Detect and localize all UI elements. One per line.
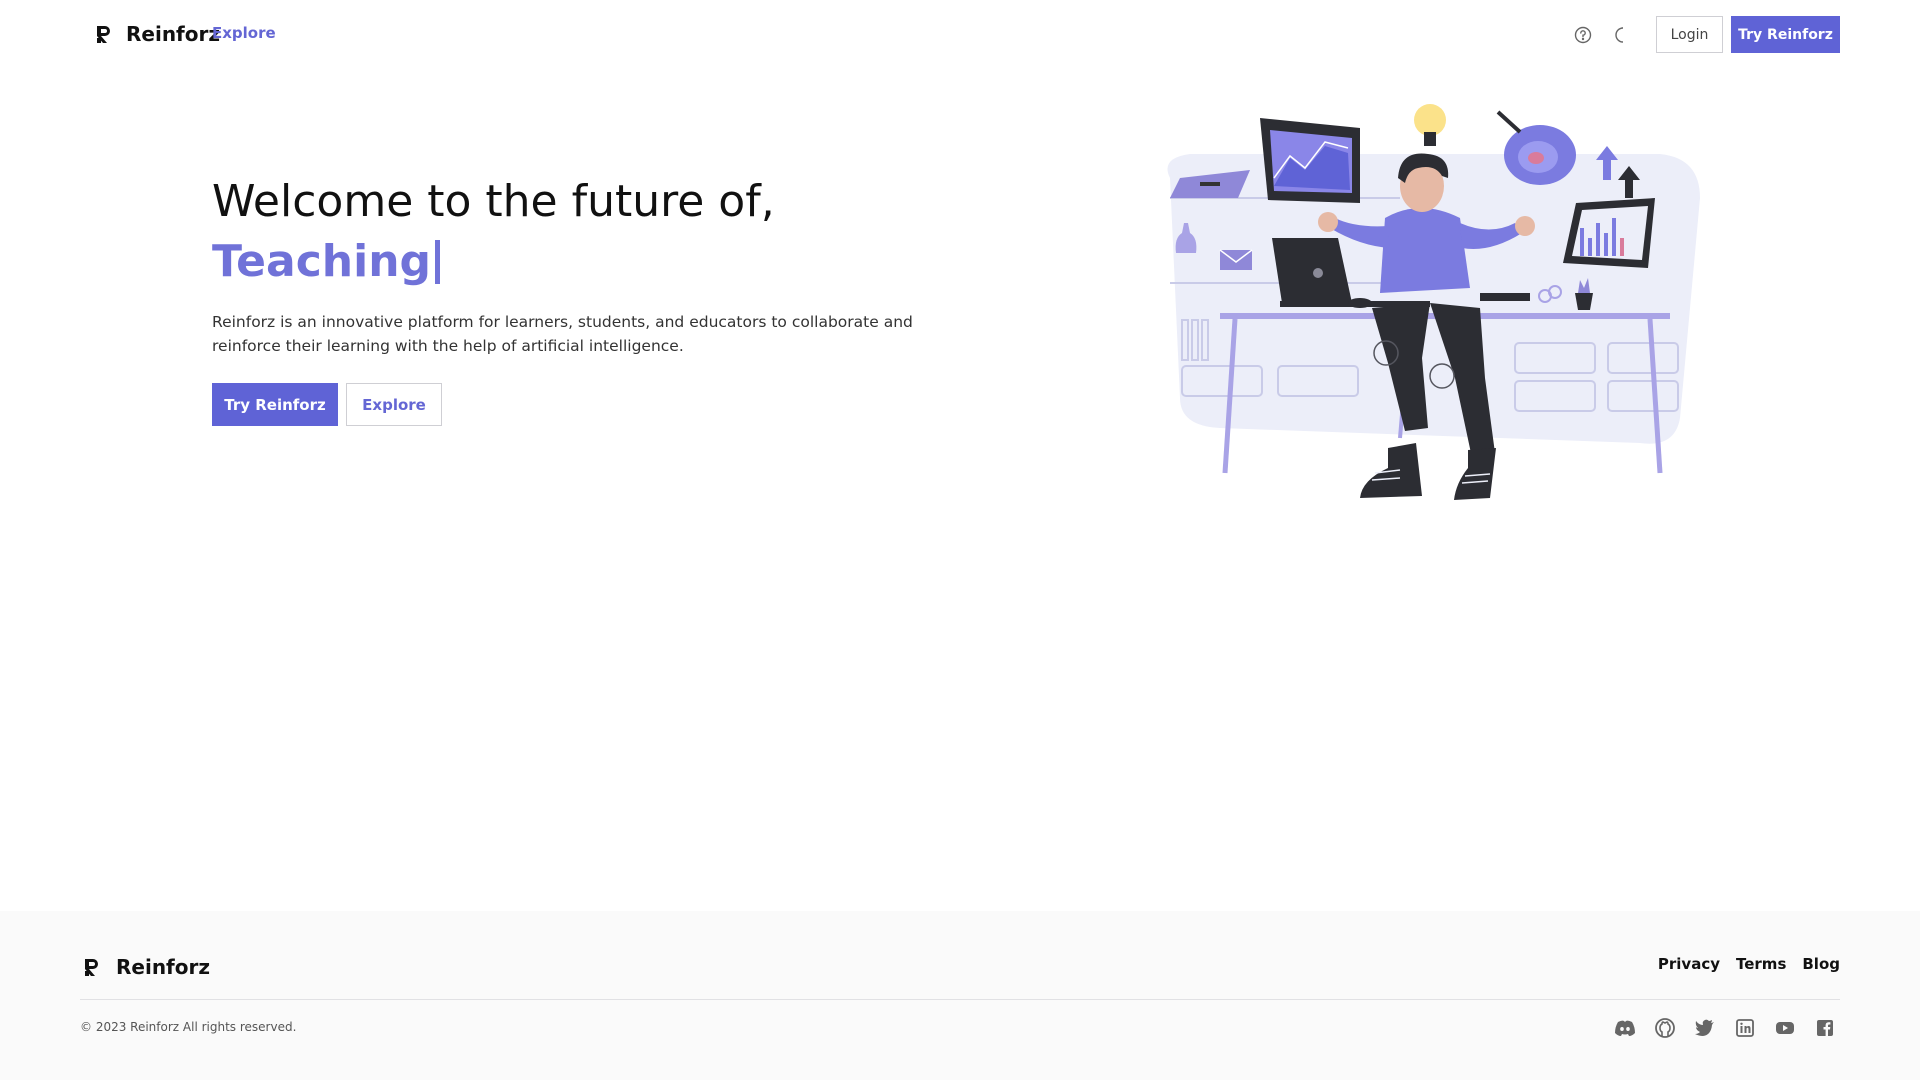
hero-description: Reinforz is an innovative platform for l… [212, 313, 913, 355]
explore-button[interactable]: Explore [346, 383, 442, 426]
hero-title: Welcome to the future of, [212, 176, 775, 227]
footer-brand[interactable]: Reinforz [80, 948, 210, 986]
header-actions: Login Try Reinforz [1572, 16, 1840, 53]
brand-name: Reinforz [126, 22, 221, 46]
copyright-text: © 2023 Reinforz All rights reserved. [80, 1020, 297, 1034]
footer-brand-name: Reinforz [116, 955, 211, 979]
github-icon[interactable] [1654, 1017, 1676, 1039]
discord-icon[interactable] [1614, 1017, 1636, 1039]
twitter-icon[interactable] [1694, 1017, 1716, 1039]
moon-icon[interactable] [1610, 24, 1632, 46]
brand[interactable]: Reinforz [92, 18, 220, 50]
help-circle-icon[interactable] [1572, 24, 1594, 46]
try-reinforz-button[interactable]: Try Reinforz [212, 383, 338, 426]
reinforz-logo-icon [80, 956, 102, 978]
hero-illustration [1160, 98, 1700, 503]
login-button[interactable]: Login [1656, 16, 1723, 53]
typing-cursor [435, 239, 441, 284]
footer-link-privacy[interactable]: Privacy [1658, 955, 1720, 973]
hero-actions: Try Reinforz Explore [212, 383, 442, 426]
try-reinforz-nav-button[interactable]: Try Reinforz [1731, 16, 1840, 53]
footer-link-blog[interactable]: Blog [1802, 955, 1840, 973]
facebook-icon[interactable] [1814, 1017, 1836, 1039]
top-nav: Reinforz Explore Login Try Reinforz [0, 0, 1920, 68]
linkedin-icon[interactable] [1734, 1017, 1756, 1039]
social-links [1596, 1017, 1836, 1039]
footer-link-terms[interactable]: Terms [1736, 955, 1786, 973]
youtube-icon[interactable] [1774, 1017, 1796, 1039]
footer-divider [80, 999, 1840, 1000]
footer: Reinforz Privacy Terms Blog © 2023 Reinf… [0, 911, 1920, 1080]
nav-explore-link[interactable]: Explore [212, 24, 276, 42]
typed-word: Teaching [212, 236, 432, 287]
reinforz-logo-icon [92, 23, 114, 45]
hero-typed-text: Teaching [212, 236, 441, 287]
footer-links: Privacy Terms Blog [1642, 955, 1840, 973]
